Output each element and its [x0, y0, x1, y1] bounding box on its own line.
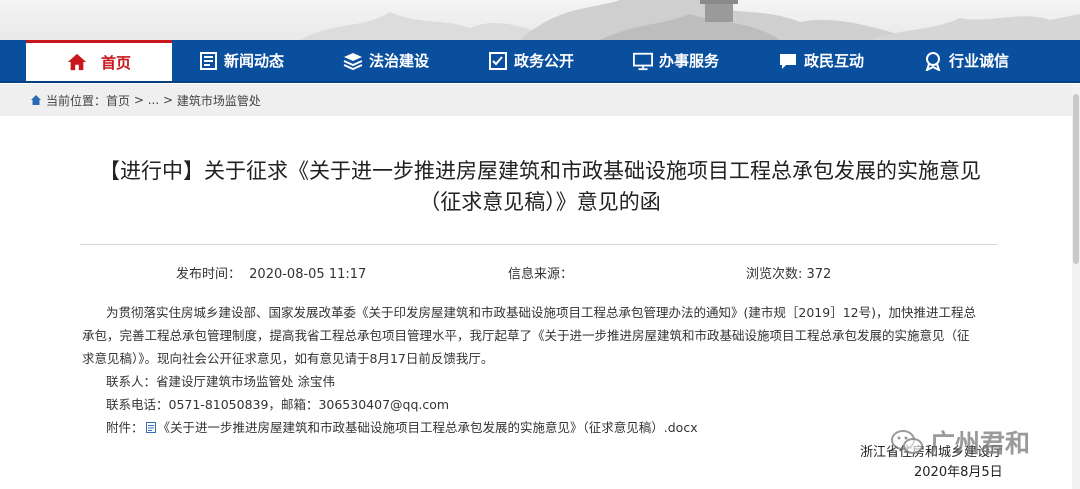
layers-icon [343, 51, 363, 71]
attachment-line: 附件： 《关于进一步推进房屋建筑和市政基础设施项目工程总承包发展的实施意见》（征求… [106, 416, 1002, 439]
monitor-icon [633, 51, 653, 71]
article-body: 为贯彻落实住房城乡建设部、国家发展改革委《关于印发房屋建筑和市政基础设施项目工程… [82, 301, 1002, 439]
wechat-icon [890, 428, 924, 456]
publish-time-label: 发布时间： [176, 267, 242, 282]
newspaper-icon [198, 51, 218, 71]
nav-item-label: 政务公开 [514, 52, 575, 70]
scrollbar-thumb[interactable] [1073, 94, 1079, 264]
nav-item-home[interactable]: 首页 [26, 40, 172, 81]
article-paragraph: 为贯彻落实住房城乡建设部、国家发展改革委《关于印发房屋建筑和市政基础设施项目工程… [82, 301, 1002, 324]
view-count: 浏览次数: 372 [746, 263, 831, 282]
article-paragraph-cont: 求意见稿）》。现向社会公开征求意见，如有意见请于8月17日前反馈我厅。 [82, 347, 1002, 370]
breadcrumb: 当前位置： 首页 > ... > 建筑市场监管处 [0, 84, 1080, 116]
paragraph-line: 为贯彻落实住房城乡建设部、国家发展改革委《关于印发房屋建筑和市政基础设施项目工程… [106, 305, 976, 320]
attachment-link[interactable]: 《关于进一步推进房屋建筑和市政基础设施项目工程总承包发展的实施意见》（征求意见稿… [158, 420, 698, 435]
title-divider [80, 244, 998, 245]
phone-line: 联系电话：0571-81050839，邮箱：306530407@qq.com [106, 397, 450, 412]
contact-line: 联系人：省建设厅建筑市场监管处 涂宝伟 [106, 374, 335, 389]
nav-item-label: 首页 [100, 53, 131, 72]
home-icon [67, 52, 87, 72]
checklist-icon [488, 51, 508, 71]
article-title: 【进行中】关于征求《关于进一步推进房屋建筑和市政基础设施项目工程总承包发展的实施… [80, 156, 1000, 218]
paragraph-line: 承包，完善工程总承包管理制度，提高我省工程总承包项目管理水平，我厅起草了《关于进… [82, 328, 970, 343]
breadcrumb-ellipsis[interactable]: ... [148, 93, 159, 107]
breadcrumb-separator: > [159, 93, 177, 107]
nav-item-label: 政民互动 [804, 52, 865, 70]
nav-item-credit[interactable]: 行业诚信 [897, 40, 1068, 81]
info-source: 信息来源： [508, 263, 573, 282]
watermark-text: 广州君和 [930, 429, 1031, 458]
mountain-landscape-image [300, 0, 1080, 40]
nav-item-label: 行业诚信 [949, 52, 1010, 70]
attachment-label: 附件： [106, 420, 144, 435]
publish-time-value: 2020-08-05 11:17 [249, 267, 367, 282]
nav-item-label: 办事服务 [659, 52, 720, 70]
header-banner [0, 0, 1080, 40]
view-count-label: 浏览次数: [746, 267, 807, 282]
paragraph-line: 求意见稿）》。现向社会公开征求意见，如有意见请于8月17日前反馈我厅。 [82, 351, 494, 366]
home-small-icon [30, 94, 42, 106]
breadcrumb-separator: > [130, 93, 148, 107]
article-paragraph-cont: 承包，完善工程总承包管理制度，提高我省工程总承包项目管理水平，我厅起草了《关于进… [82, 324, 1002, 347]
document-icon [145, 417, 156, 433]
view-count-value: 372 [806, 267, 832, 282]
nav-item-label: 新闻动态 [224, 52, 285, 70]
main-nav: 首页 新闻动态 法治建设 政务公开 办事服务 政民互动 行业诚信 [0, 40, 1080, 83]
breadcrumb-prefix: 当前位置： [46, 93, 107, 108]
article-title-line: （征求意见稿）》意见的函 [419, 190, 661, 214]
info-source-label: 信息来源： [508, 267, 574, 282]
breadcrumb-home-link[interactable]: 首页 [106, 92, 130, 109]
watermark: 广州君和 [890, 422, 1030, 462]
publish-time: 发布时间： 2020-08-05 11:17 [176, 263, 366, 282]
signature-date: 2020年8月5日 [914, 465, 1003, 480]
article-title-line: 【进行中】关于征求《关于进一步推进房屋建筑和市政基础设施项目工程总承包发展的实施… [99, 159, 981, 183]
nav-item-label: 法治建设 [369, 52, 430, 70]
chat-icon [778, 51, 798, 71]
award-icon [923, 51, 943, 71]
scrollbar[interactable] [1072, 84, 1080, 489]
breadcrumb-current[interactable]: 建筑市场监管处 [177, 92, 261, 109]
